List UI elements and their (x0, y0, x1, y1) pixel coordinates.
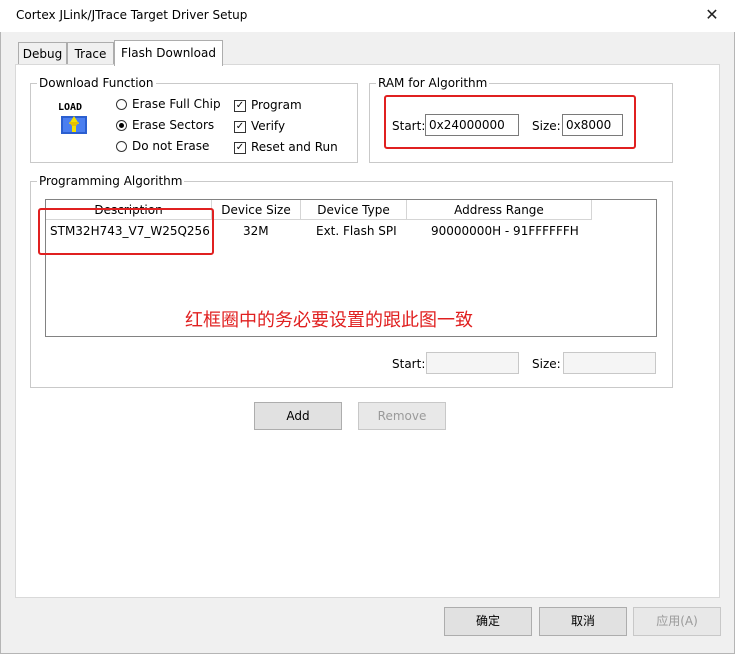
red-highlight-description (38, 208, 214, 255)
cell-device-size[interactable]: 32M (243, 224, 269, 238)
close-icon[interactable]: ✕ (703, 6, 721, 24)
annotation-text: 红框圈中的务必要设置的跟此图一致 (185, 310, 473, 331)
checkbox-verify-label: Verify (251, 119, 286, 133)
ram-legend: RAM for Algorithm (376, 76, 490, 90)
checkbox-reset-and-run[interactable]: ✓ (234, 142, 246, 154)
algo-start-input[interactable] (426, 352, 519, 374)
tab-trace[interactable]: Trace (67, 42, 114, 65)
column-header-device-type[interactable]: Device Type (301, 200, 407, 220)
remove-button[interactable]: Remove (358, 402, 446, 430)
radio-erase-sectors-label: Erase Sectors (132, 118, 215, 132)
programming-algorithm-legend: Programming Algorithm (37, 174, 185, 188)
checkbox-program-label: Program (251, 98, 302, 112)
load-icon: LOAD (57, 102, 91, 136)
cell-device-type[interactable]: Ext. Flash SPI (316, 224, 397, 238)
checkbox-program[interactable]: ✓ (234, 100, 246, 112)
tab-debug[interactable]: Debug (18, 42, 67, 65)
algo-start-label: Start: (392, 357, 426, 371)
checkbox-verify[interactable]: ✓ (234, 121, 246, 133)
apply-button[interactable]: 应用(A) (633, 607, 721, 636)
column-header-device-size[interactable]: Device Size (212, 200, 301, 220)
radio-erase-sectors[interactable] (116, 120, 127, 131)
algo-size-input[interactable] (563, 352, 656, 374)
radio-erase-full-chip-label: Erase Full Chip (132, 97, 221, 111)
ok-button[interactable]: 确定 (444, 607, 532, 636)
tab-flash-download[interactable]: Flash Download (114, 40, 223, 66)
radio-do-not-erase[interactable] (116, 141, 127, 152)
download-function-legend: Download Function (37, 76, 156, 90)
radio-do-not-erase-label: Do not Erase (132, 139, 210, 153)
column-header-address-range[interactable]: Address Range (407, 200, 592, 220)
load-icon-label: LOAD (58, 102, 83, 113)
cell-address-range[interactable]: 90000000H - 91FFFFFFH (431, 224, 579, 238)
checkbox-reset-and-run-label: Reset and Run (251, 140, 338, 154)
radio-erase-full-chip[interactable] (116, 99, 127, 110)
add-button[interactable]: Add (254, 402, 342, 430)
red-highlight-ram (384, 95, 636, 149)
cancel-button[interactable]: 取消 (539, 607, 627, 636)
algo-size-label: Size: (532, 357, 561, 371)
window-title: Cortex JLink/JTrace Target Driver Setup (16, 8, 248, 22)
